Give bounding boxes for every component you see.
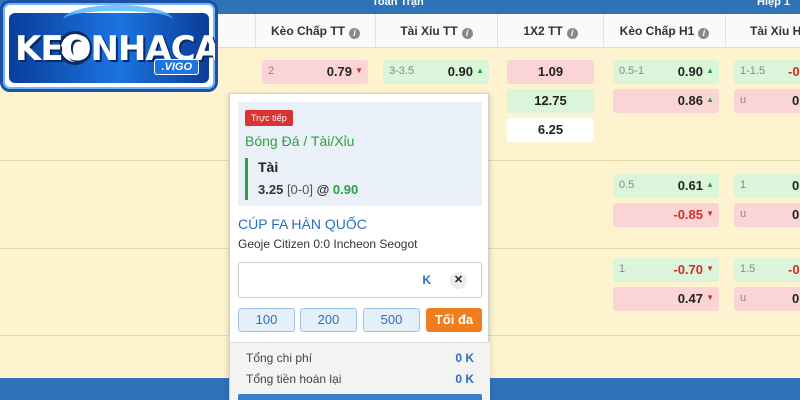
bet-sport-market: Bóng Đá / Tài/Xỉu [245,133,355,149]
stake-unit: K [422,273,431,287]
league-name: CÚP FA HÀN QUỐC [238,216,367,232]
odds-ou-ft-over[interactable]: 3-3.5 0.90 ▲ [383,60,489,84]
place-bet-button[interactable] [238,394,482,400]
logo-sub-text: .VIGO [154,59,199,75]
stake-input[interactable]: K ✕ [238,262,482,298]
group-fulltime-label: Toàn Trận [372,0,424,8]
clear-icon[interactable]: ✕ [450,272,467,289]
site-logo[interactable]: KEONHACAI .VIGO [0,0,218,92]
arrow-up-icon: ▲ [706,66,714,75]
group-h1-label: Hiệp 1 [757,0,791,8]
col-ou-ft[interactable]: Tài Xỉu TT i [375,14,497,48]
bet-selection-card: Trực tiếp Bóng Đá / Tài/Xỉu Tài 3.25 [0-… [238,102,482,206]
odds-ou-h1-under[interactable]: u 0 [734,89,800,113]
odds-hcap-h1-home[interactable]: 0.5 0.61 ▲ [613,174,719,198]
quick-stake-500-button[interactable]: 500 [363,308,420,332]
total-return-value: 0 K [455,372,474,386]
arrow-down-icon: ▼ [355,66,363,75]
bet-summary: Tổng chi phí 0 K Tổng tiền hoàn lại 0 K [230,342,490,400]
info-icon[interactable]: i [566,28,578,39]
arrow-down-icon: ▼ [706,264,714,273]
selection-accent-bar [245,158,248,200]
odds-hcap-ft-home[interactable]: 2 0.79 ▼ [262,60,368,84]
odds-hcap-h1-home[interactable]: 1 -0.70 ▼ [613,258,719,282]
arrow-down-icon: ▼ [706,293,714,302]
bet-line: 3.25 [0-0] @ 0.90 [258,182,359,197]
col-hcap-ft[interactable]: Kèo Chấp TT i [255,14,375,48]
max-stake-button[interactable]: Tối đa [426,308,482,332]
total-return-label: Tổng tiền hoàn lại [246,372,342,386]
bet-slip-popup: Trực tiếp Bóng Đá / Tài/Xỉu Tài 3.25 [0-… [229,93,490,400]
odds-ou-h1-over[interactable]: 1.5 -0 [734,258,800,282]
odds-1x2-home[interactable]: 1.09 [507,60,594,84]
arrow-up-icon: ▲ [476,66,484,75]
info-icon[interactable]: i [349,28,360,39]
match-name: Geoje Citizen 0:0 Incheon Seogot [238,237,418,251]
total-cost-value: 0 K [455,351,474,365]
odds-hcap-h1-home[interactable]: 0.5-1 0.90 ▲ [613,60,719,84]
live-badge: Trực tiếp [245,110,293,126]
odds-ou-h1-under[interactable]: u 0 [734,287,800,311]
quick-stake-100-button[interactable]: 100 [238,308,295,332]
odds-1x2-away[interactable]: 12.75 [507,89,594,113]
col-hcap-h1[interactable]: Kèo Chấp H1 i [603,14,725,48]
odds-ou-h1-under[interactable]: u 0 [734,203,800,227]
col-ou-h1[interactable]: Tài Xỉu H1 [725,14,800,48]
info-icon[interactable]: i [461,28,473,39]
odds-1x2-draw[interactable]: 6.25 [507,118,594,142]
col-1x2-ft[interactable]: 1X2 TT i [497,14,603,48]
odds-ou-h1-over[interactable]: 1-1.5 -0 [734,60,800,84]
arrow-up-icon: ▲ [706,95,714,104]
odds-hcap-h1-away[interactable]: 0.86 ▲ [613,89,719,113]
info-icon[interactable]: i [698,28,710,39]
odds-hcap-h1-away[interactable]: 0.47 ▼ [613,287,719,311]
quick-stake-200-button[interactable]: 200 [300,308,357,332]
bet-pick: Tài [258,159,279,175]
total-cost-label: Tổng chi phí [246,351,313,365]
arrow-down-icon: ▼ [706,209,714,218]
odds-hcap-h1-away[interactable]: -0.85 ▼ [613,203,719,227]
odds-ou-h1-over[interactable]: 1 0 [734,174,800,198]
arrow-up-icon: ▲ [706,180,714,189]
